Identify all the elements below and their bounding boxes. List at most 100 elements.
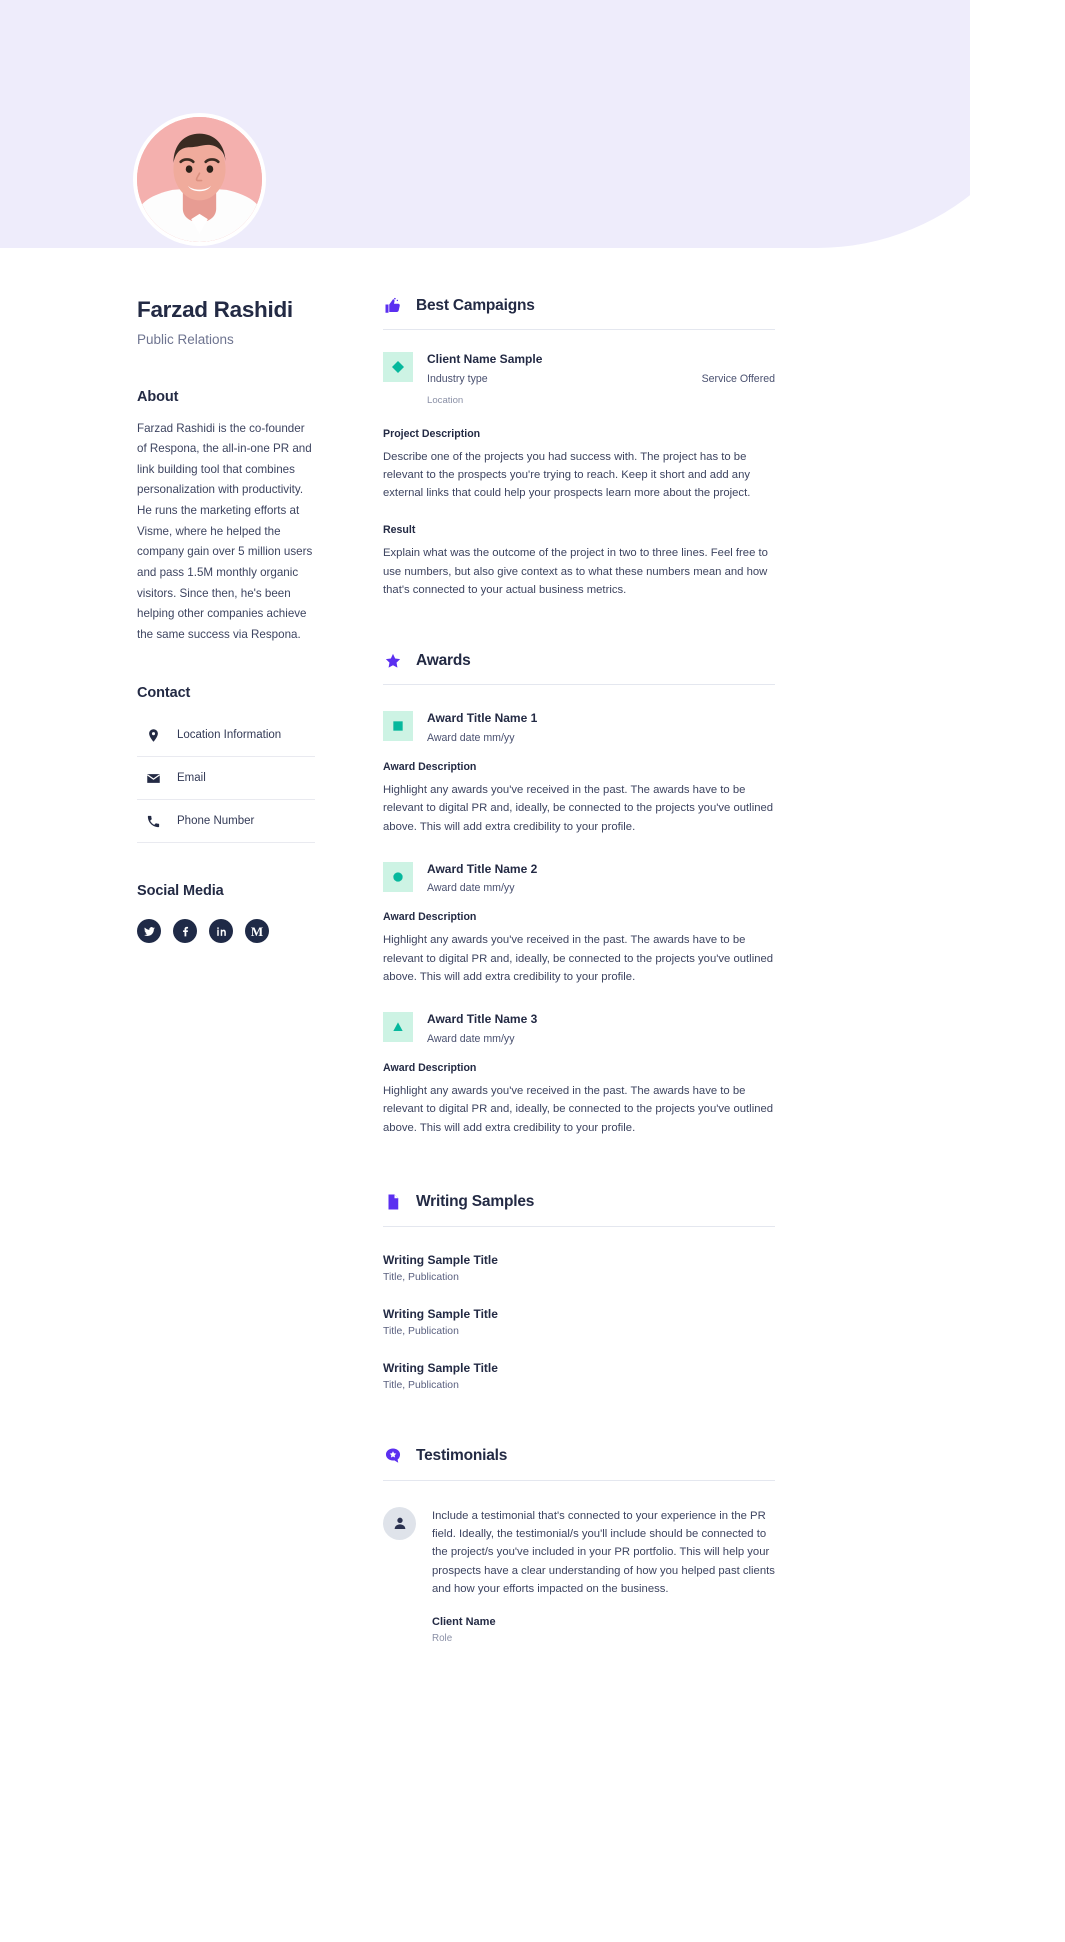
profile-role: Public Relations (137, 332, 234, 347)
award-header-row: Award Title Name 1 Award date mm/yy (383, 711, 775, 744)
project-description-block: Project Description Describe one of the … (383, 428, 775, 503)
contact-item-email[interactable]: Email (137, 757, 315, 801)
contact-heading: Contact (137, 685, 191, 702)
phone-icon (145, 813, 161, 829)
result-label: Result (383, 524, 416, 537)
bottom-spacer (383, 1652, 775, 1942)
award-title: Award Title Name 1 (427, 711, 538, 726)
award-header-row: Award Title Name 2 Award date mm/yy (383, 861, 775, 895)
section-testimonials: Testimonials Include a testimonial that'… (383, 1447, 775, 1644)
section-header: Testimonials (383, 1447, 775, 1481)
award-header-row: Award Title Name 3 Award date mm/yy (383, 1012, 775, 1045)
main-column: Best Campaigns Client Name Sample Indust… (383, 296, 775, 1942)
section-title: Writing Samples (416, 1193, 535, 1211)
section-title: Best Campaigns (416, 296, 535, 314)
campaign-industry: Industry type (427, 372, 488, 385)
writing-sample-subtitle: Title, Publication (383, 1271, 459, 1283)
envelope-icon (145, 770, 161, 786)
campaign-meta-row: Industry type Service Offered (427, 373, 775, 385)
award-info: Award Title Name 3 Award date mm/yy (427, 1012, 775, 1045)
thumbs-up-icon (383, 296, 402, 315)
avatar (133, 113, 266, 246)
social-link-facebook[interactable] (173, 919, 197, 944)
testimonial-body: Include a testimonial that's connected t… (432, 1507, 775, 1644)
person-avatar-icon (383, 1506, 416, 1540)
contact-label: Location Information (177, 729, 282, 742)
award-description-text: Highlight any awards you've received in … (383, 934, 774, 984)
triangle-shape-icon (383, 1012, 413, 1043)
section-writing-samples: Writing Samples Writing Sample Title Tit… (383, 1193, 775, 1391)
social-link-linkedin[interactable] (209, 919, 233, 944)
about-text: Farzad Rashidi is the co-founder of Resp… (137, 421, 313, 641)
award-entry: Award Title Name 1 Award date mm/yy Awar… (383, 711, 775, 835)
testimonial-text: Include a testimonial that's connected t… (432, 1509, 775, 1596)
writing-sample-title: Writing Sample Title (383, 1306, 498, 1321)
circle-shape-icon (383, 861, 413, 892)
contact-label: Phone Number (177, 815, 255, 828)
section-header: Awards (383, 651, 775, 686)
award-info: Award Title Name 1 Award date mm/yy (427, 711, 775, 744)
document-icon (383, 1193, 402, 1212)
award-description-label: Award Description (383, 911, 477, 924)
award-description-label: Award Description (383, 760, 477, 773)
award-date: Award date mm/yy (427, 882, 515, 895)
result-block: Result Explain what was the outcome of t… (383, 524, 775, 599)
profile-photo-illustration (137, 117, 262, 242)
contact-label: Email (177, 772, 206, 785)
campaign-client-info: Client Name Sample Industry type Service… (427, 352, 775, 406)
section-header: Writing Samples (383, 1193, 775, 1227)
award-entry: Award Title Name 3 Award date mm/yy Awar… (383, 1012, 775, 1136)
page-content: Farzad Rashidi Public Relations About Fa… (0, 0, 1065, 1942)
award-title: Award Title Name 2 (427, 861, 538, 876)
campaign-client-name: Client Name Sample (427, 352, 543, 366)
writing-samples-list: Writing Sample Title Title, Publication … (383, 1253, 775, 1391)
award-description-text: Highlight any awards you've received in … (383, 783, 774, 833)
award-date: Award date mm/yy (427, 1032, 515, 1045)
social-media-heading: Social Media (137, 883, 224, 900)
campaign-card: Client Name Sample Industry type Service… (383, 352, 775, 599)
contact-item-location[interactable]: Location Information (137, 717, 315, 758)
section-title: Testimonials (416, 1447, 508, 1465)
writing-sample-title: Writing Sample Title (383, 1360, 498, 1375)
writing-sample-item[interactable]: Writing Sample Title Title, Publication (383, 1361, 775, 1391)
testimonial-client-role: Role (432, 1633, 453, 1645)
twitter-icon (143, 927, 155, 936)
avatar-image (137, 117, 262, 242)
sidebar: Farzad Rashidi Public Relations About Fa… (137, 296, 315, 944)
facebook-icon (182, 926, 188, 937)
social-media-list: M (137, 919, 315, 944)
writing-sample-subtitle: Title, Publication (383, 1325, 459, 1337)
page-title: Farzad Rashidi (137, 297, 293, 322)
award-description-text: Highlight any awards you've received in … (383, 1084, 774, 1134)
location-pin-icon (145, 727, 161, 743)
project-description-label: Project Description (383, 427, 481, 440)
quote-bubble-icon (383, 1447, 402, 1466)
testimonial-client-name: Client Name (432, 1616, 496, 1629)
social-link-medium[interactable]: M (245, 919, 269, 944)
project-description-text: Describe one of the projects you had suc… (383, 450, 751, 500)
social-link-twitter[interactable] (137, 919, 161, 944)
writing-sample-item[interactable]: Writing Sample Title Title, Publication (383, 1307, 775, 1337)
diamond-shape-icon (383, 352, 413, 382)
campaign-client-row: Client Name Sample Industry type Service… (383, 352, 775, 406)
linkedin-icon (216, 927, 226, 936)
result-text: Explain what was the outcome of the proj… (383, 547, 768, 597)
portfolio-page: Farzad Rashidi Public Relations About Fa… (0, 0, 1065, 1942)
about-heading: About (137, 388, 179, 405)
contact-list: Location Information Email Phone Number (137, 717, 315, 844)
campaign-service: Service Offered (701, 372, 775, 385)
award-entry: Award Title Name 2 Award date mm/yy Awar… (383, 861, 775, 986)
writing-sample-subtitle: Title, Publication (383, 1379, 459, 1391)
writing-sample-title: Writing Sample Title (383, 1252, 498, 1267)
campaign-location: Location (427, 394, 464, 406)
award-title: Award Title Name 3 (427, 1012, 538, 1027)
testimonial-item: Include a testimonial that's connected t… (383, 1506, 775, 1644)
star-icon (383, 651, 402, 670)
award-date: Award date mm/yy (427, 731, 515, 744)
award-info: Award Title Name 2 Award date mm/yy (427, 862, 775, 895)
writing-sample-item[interactable]: Writing Sample Title Title, Publication (383, 1253, 775, 1283)
section-header: Best Campaigns (383, 296, 775, 330)
section-best-campaigns: Best Campaigns Client Name Sample Indust… (383, 296, 775, 599)
award-description-label: Award Description (383, 1061, 477, 1074)
contact-item-phone[interactable]: Phone Number (137, 800, 315, 844)
